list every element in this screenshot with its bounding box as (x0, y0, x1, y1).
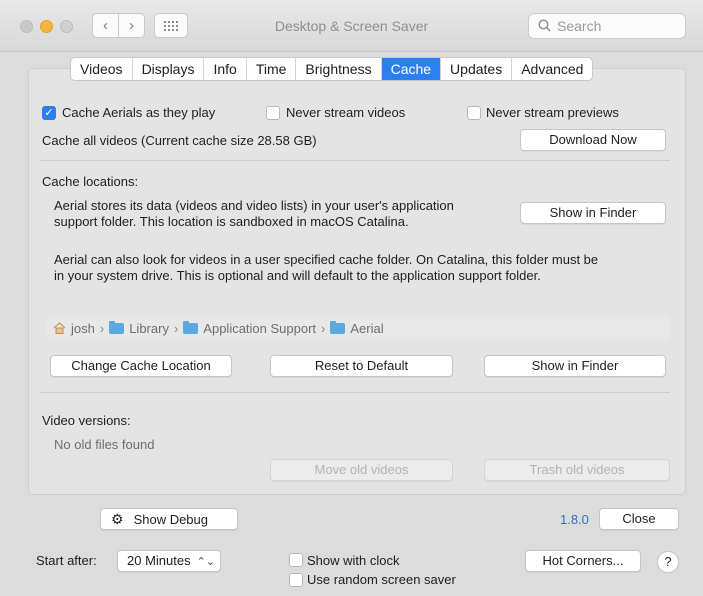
gear-icon: ⚙ (111, 511, 124, 527)
chevron-right-icon: › (321, 320, 326, 336)
cache-path-control[interactable]: josh › Library › Application Support › A… (47, 316, 670, 340)
show-with-clock-checkbox[interactable] (289, 553, 303, 567)
tab-displays[interactable]: Displays (133, 58, 205, 80)
tab-advanced[interactable]: Advanced (512, 58, 592, 80)
show-in-finder-button[interactable]: Show in Finder (520, 202, 666, 224)
chevron-right-icon: › (99, 320, 105, 336)
reset-to-default-button[interactable]: Reset to Default (270, 355, 453, 377)
show-with-clock-label: Show with clock (307, 553, 400, 568)
version-link[interactable]: 1.8.0 (560, 512, 589, 528)
download-now-button[interactable]: Download Now (520, 129, 666, 151)
start-after-label: Start after: (36, 553, 97, 568)
help-icon: ? (664, 554, 672, 569)
folder-icon (109, 320, 125, 334)
tab-bar: Videos Displays Info Time Brightness Cac… (70, 57, 594, 81)
path-item-application-support[interactable]: Application Support (203, 321, 316, 336)
video-versions-heading: Video versions: (42, 413, 131, 428)
tab-videos[interactable]: Videos (71, 58, 133, 80)
home-icon (53, 322, 66, 334)
show-debug-button[interactable]: ⚙ Show Debug (100, 508, 238, 530)
help-button[interactable]: ? (657, 551, 679, 573)
divider (40, 392, 670, 393)
divider (40, 160, 670, 161)
cache-locations-heading: Cache locations: (42, 174, 139, 189)
folder-icon (183, 320, 199, 334)
tab-info[interactable]: Info (204, 58, 247, 80)
path-item-josh[interactable]: josh (71, 321, 95, 336)
random-screen-saver-label: Use random screen saver (307, 572, 456, 587)
change-cache-location-button[interactable]: Change Cache Location (50, 355, 232, 377)
start-after-select[interactable]: 20 Minutes ⌃⌄ (117, 550, 221, 572)
chevron-right-icon: › (173, 320, 179, 336)
custom-folder-text-2: in your system drive. This is optional a… (54, 268, 541, 283)
tab-brightness[interactable]: Brightness (296, 58, 382, 80)
tab-time[interactable]: Time (247, 58, 297, 80)
search-icon (538, 19, 551, 32)
start-after-value: 20 Minutes (127, 553, 191, 568)
never-stream-videos-checkbox[interactable] (266, 106, 280, 120)
never-stream-previews-checkbox[interactable] (467, 106, 481, 120)
tab-cache[interactable]: Cache (381, 58, 442, 80)
show-debug-label: Show Debug (133, 512, 209, 527)
support-folder-text-1: Aerial stores its data (videos and video… (54, 198, 454, 213)
search-placeholder: Search (557, 18, 602, 34)
updown-chevron-icon: ⌃⌄ (196, 556, 216, 568)
trash-old-videos-button[interactable]: Trash old videos (484, 459, 670, 481)
cache-all-text: Cache all videos (Current cache size 28.… (42, 133, 317, 148)
folder-icon (330, 320, 346, 334)
cache-aerials-checkbox[interactable]: ✓ (42, 106, 56, 120)
hot-corners-button[interactable]: Hot Corners... (525, 550, 641, 572)
never-stream-videos-label: Never stream videos (286, 105, 406, 120)
path-item-library[interactable]: Library (129, 321, 169, 336)
support-folder-text-2: support folder. This location is sandbox… (54, 214, 409, 229)
random-screen-saver-checkbox[interactable] (289, 573, 303, 587)
path-item-aerial[interactable]: Aerial (350, 321, 383, 336)
move-old-videos-button[interactable]: Move old videos (270, 459, 453, 481)
tab-updates[interactable]: Updates (441, 58, 513, 80)
title-bar: ‹ › Desktop & Screen Saver Search (0, 0, 703, 52)
cache-aerials-label: Cache Aerials as they play (62, 105, 216, 120)
show-in-finder-button-2[interactable]: Show in Finder (484, 355, 666, 377)
no-old-files-text: No old files found (54, 437, 155, 452)
close-button[interactable]: Close (599, 508, 679, 530)
custom-folder-text-1: Aerial can also look for videos in a use… (54, 252, 599, 267)
never-stream-previews-label: Never stream previews (486, 105, 619, 120)
search-input[interactable]: Search (528, 13, 686, 39)
